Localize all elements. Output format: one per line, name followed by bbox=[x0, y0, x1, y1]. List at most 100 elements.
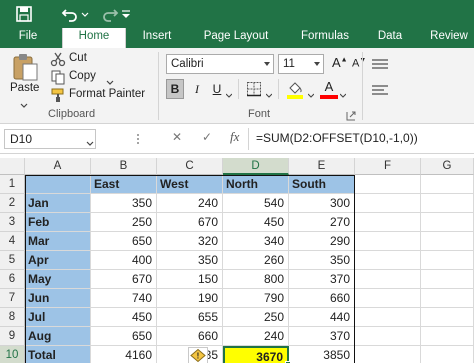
paste-label[interactable]: Paste bbox=[10, 82, 39, 94]
column-header-b[interactable]: B bbox=[91, 158, 157, 175]
underline-button[interactable]: U bbox=[208, 79, 226, 99]
column-header-f[interactable]: F bbox=[355, 158, 421, 175]
cell-e7[interactable]: 660 bbox=[289, 289, 355, 308]
cell-g7[interactable] bbox=[421, 289, 474, 308]
save-icon[interactable] bbox=[14, 4, 34, 24]
cell-d6[interactable]: 800 bbox=[223, 270, 289, 289]
column-header-a[interactable]: A bbox=[25, 158, 91, 175]
cell-g10[interactable] bbox=[421, 346, 474, 363]
cell-d3[interactable]: 450 bbox=[223, 213, 289, 232]
cell-g3[interactable] bbox=[421, 213, 474, 232]
grow-font-button[interactable]: A▲ bbox=[332, 55, 350, 73]
cell-f3[interactable] bbox=[355, 213, 421, 232]
format-painter-icon[interactable] bbox=[50, 87, 66, 103]
undo-icon[interactable] bbox=[60, 4, 80, 24]
copy-label[interactable]: Copy bbox=[69, 70, 96, 82]
column-header-d[interactable]: D bbox=[223, 158, 289, 175]
cell-c2[interactable]: 240 bbox=[157, 194, 223, 213]
font-size-select[interactable]: 11 bbox=[278, 54, 324, 74]
cell-d7[interactable]: 790 bbox=[223, 289, 289, 308]
row-header[interactable]: 6 bbox=[0, 270, 25, 289]
column-header-g[interactable]: G bbox=[421, 158, 474, 175]
cell-b7[interactable]: 740 bbox=[91, 289, 157, 308]
cell-a2[interactable]: Jan bbox=[25, 194, 91, 213]
cell-c1[interactable]: West bbox=[157, 175, 223, 194]
cell-b5[interactable]: 400 bbox=[91, 251, 157, 270]
cell-f9[interactable] bbox=[355, 327, 421, 346]
cell-a3[interactable]: Feb bbox=[25, 213, 91, 232]
cell-e4[interactable]: 290 bbox=[289, 232, 355, 251]
enter-icon[interactable]: ✓ bbox=[202, 130, 212, 144]
font-color-dropdown-icon[interactable] bbox=[339, 88, 347, 98]
font-family-select[interactable]: Calibri bbox=[166, 54, 274, 74]
copy-dropdown-icon[interactable] bbox=[106, 75, 114, 85]
cell-e6[interactable]: 370 bbox=[289, 270, 355, 289]
cell-a1[interactable] bbox=[25, 175, 91, 194]
tab-page-layout[interactable]: Page Layout bbox=[192, 28, 280, 48]
formula-bar-grip-icon[interactable] bbox=[136, 133, 140, 145]
cell-e10[interactable]: 3850 bbox=[289, 346, 355, 363]
column-header-e[interactable]: E bbox=[289, 158, 355, 175]
cell-e2[interactable]: 300 bbox=[289, 194, 355, 213]
row-header[interactable]: 4 bbox=[0, 232, 25, 251]
cell-b2[interactable]: 350 bbox=[91, 194, 157, 213]
cell-g5[interactable] bbox=[421, 251, 474, 270]
cut-label[interactable]: Cut bbox=[69, 52, 87, 64]
row-header[interactable]: 5 bbox=[0, 251, 25, 270]
cell-a9[interactable]: Aug bbox=[25, 327, 91, 346]
row-header[interactable]: 7 bbox=[0, 289, 25, 308]
cell-g1[interactable] bbox=[421, 175, 474, 194]
borders-dropdown-icon[interactable] bbox=[265, 88, 273, 98]
copy-icon[interactable] bbox=[50, 69, 66, 85]
cell-f4[interactable] bbox=[355, 232, 421, 251]
paste-dropdown-icon[interactable] bbox=[20, 98, 28, 108]
tab-home[interactable]: Home bbox=[62, 28, 126, 50]
cell-c8[interactable]: 655 bbox=[157, 308, 223, 327]
cell-d1[interactable]: North bbox=[223, 175, 289, 194]
italic-button[interactable]: I bbox=[188, 79, 206, 99]
cell-d4[interactable]: 340 bbox=[223, 232, 289, 251]
cell-f6[interactable] bbox=[355, 270, 421, 289]
cell-a8[interactable]: Jul bbox=[25, 308, 91, 327]
cell-f5[interactable] bbox=[355, 251, 421, 270]
insert-function-icon[interactable]: fx bbox=[230, 129, 239, 145]
cell-e8[interactable]: 440 bbox=[289, 308, 355, 327]
cell-g8[interactable] bbox=[421, 308, 474, 327]
underline-dropdown-icon[interactable] bbox=[225, 88, 233, 98]
cell-c6[interactable]: 150 bbox=[157, 270, 223, 289]
cell-c5[interactable]: 350 bbox=[157, 251, 223, 270]
cell-d9[interactable]: 240 bbox=[223, 327, 289, 346]
bold-button[interactable]: B bbox=[166, 79, 184, 99]
formula-input[interactable]: =SUM(D2:OFFSET(D10,-1,0)) bbox=[252, 129, 474, 149]
row-header[interactable]: 10 bbox=[0, 346, 25, 363]
cell-a6[interactable]: May bbox=[25, 270, 91, 289]
cell-d2[interactable]: 540 bbox=[223, 194, 289, 213]
fill-color-dropdown-icon[interactable] bbox=[307, 88, 315, 98]
cell-b4[interactable]: 650 bbox=[91, 232, 157, 251]
cell-c7[interactable]: 190 bbox=[157, 289, 223, 308]
cell-c4[interactable]: 320 bbox=[157, 232, 223, 251]
cell-f8[interactable] bbox=[355, 308, 421, 327]
cell-b3[interactable]: 250 bbox=[91, 213, 157, 232]
cell-a4[interactable]: Mar bbox=[25, 232, 91, 251]
redo-icon[interactable] bbox=[100, 4, 120, 24]
cell-f7[interactable] bbox=[355, 289, 421, 308]
cell-b8[interactable]: 450 bbox=[91, 308, 157, 327]
cell-a5[interactable]: Apr bbox=[25, 251, 91, 270]
row-header[interactable]: 1 bbox=[0, 175, 25, 194]
cell-g2[interactable] bbox=[421, 194, 474, 213]
row-header[interactable]: 2 bbox=[0, 194, 25, 213]
column-header-c[interactable]: C bbox=[157, 158, 223, 175]
cell-b6[interactable]: 670 bbox=[91, 270, 157, 289]
format-painter-label[interactable]: Format Painter bbox=[69, 88, 145, 100]
cell-g9[interactable] bbox=[421, 327, 474, 346]
select-all-corner[interactable] bbox=[0, 158, 25, 175]
tab-review[interactable]: Review bbox=[424, 28, 474, 48]
name-box-dropdown-icon[interactable] bbox=[86, 136, 94, 146]
cell-d5[interactable]: 260 bbox=[223, 251, 289, 270]
name-box[interactable]: D10 bbox=[4, 129, 96, 149]
font-color-button[interactable]: A bbox=[320, 79, 338, 99]
cell-d10[interactable]: 3670 bbox=[223, 346, 289, 363]
cell-c3[interactable]: 670 bbox=[157, 213, 223, 232]
tab-insert[interactable]: Insert bbox=[134, 28, 180, 48]
